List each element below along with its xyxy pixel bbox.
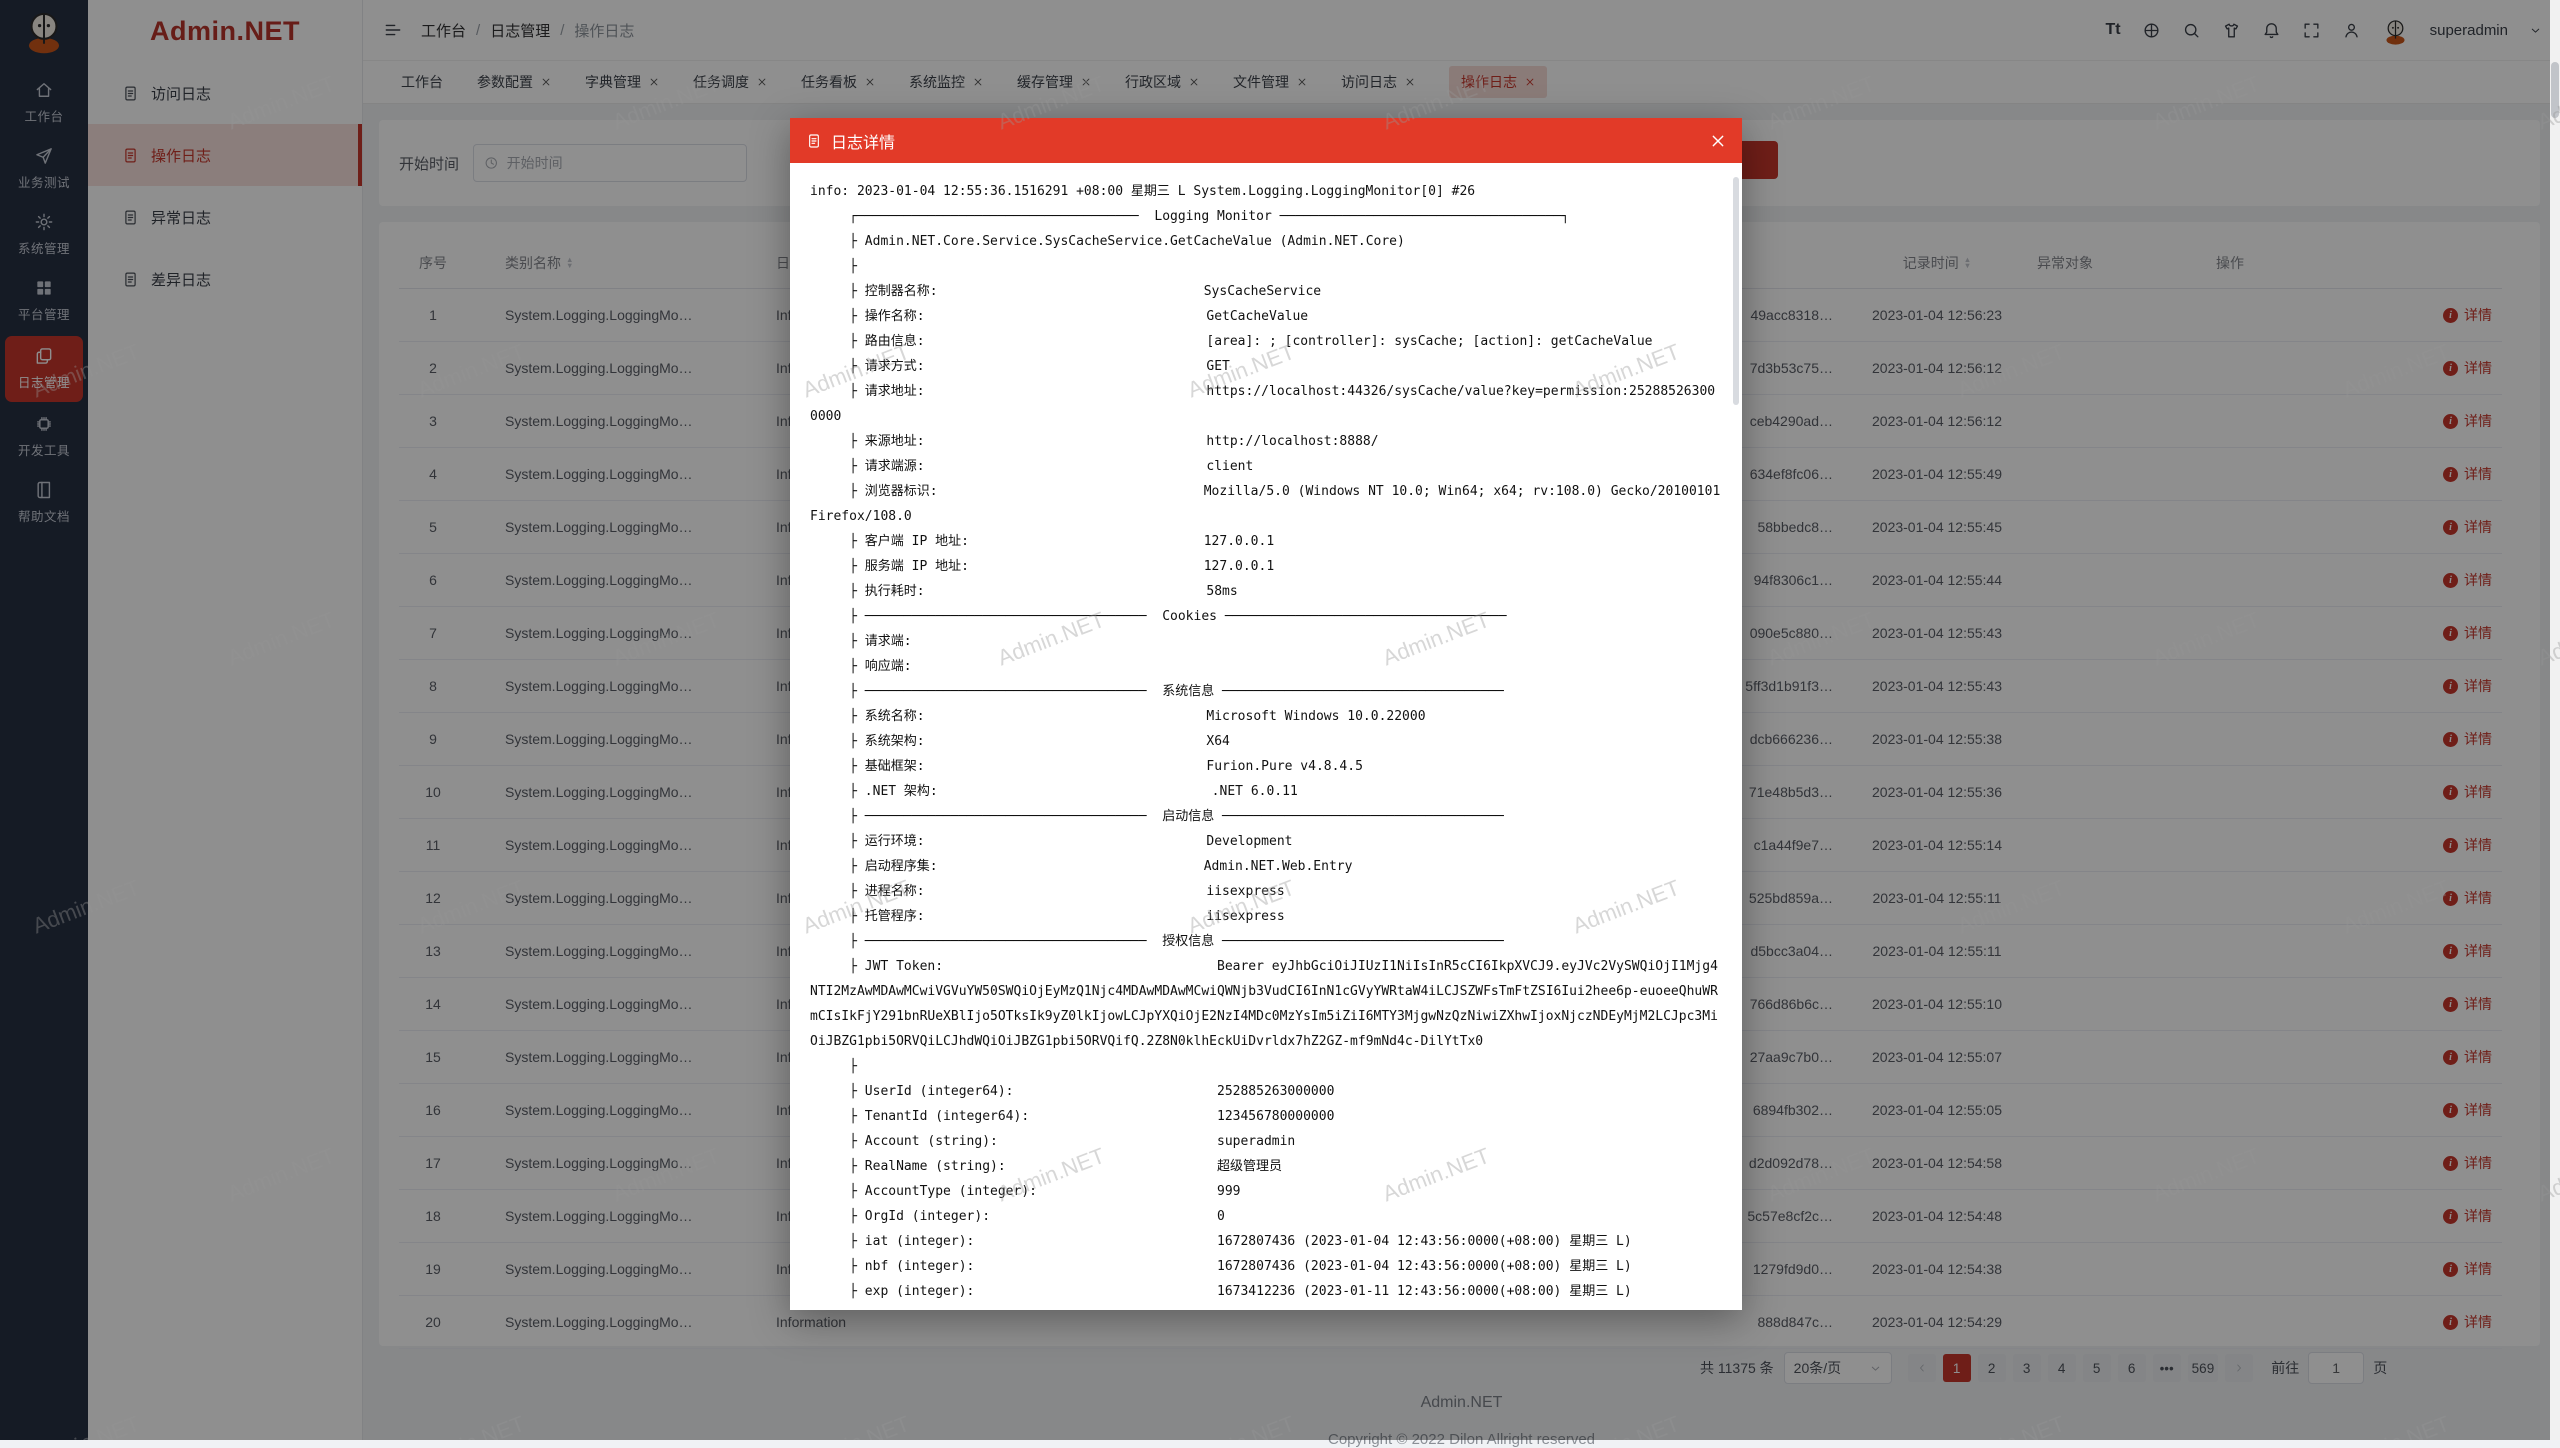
- close-icon[interactable]: [1710, 133, 1726, 149]
- dialog-header: 日志详情: [790, 118, 1742, 163]
- dialog-title: 日志详情: [831, 129, 895, 153]
- dialog-body: info: 2023-01-04 12:55:36.1516291 +08:00…: [790, 163, 1742, 1310]
- page-scrollbar-thumb[interactable]: [2551, 62, 2559, 118]
- page-scrollbar[interactable]: [2550, 0, 2560, 1440]
- log-detail-dialog: 日志详情 info: 2023-01-04 12:55:36.1516291 +…: [790, 118, 1742, 1310]
- dialog-scrollbar[interactable]: [1733, 177, 1739, 405]
- log-detail-text: info: 2023-01-04 12:55:36.1516291 +08:00…: [810, 179, 1722, 1304]
- document-icon: [806, 133, 822, 149]
